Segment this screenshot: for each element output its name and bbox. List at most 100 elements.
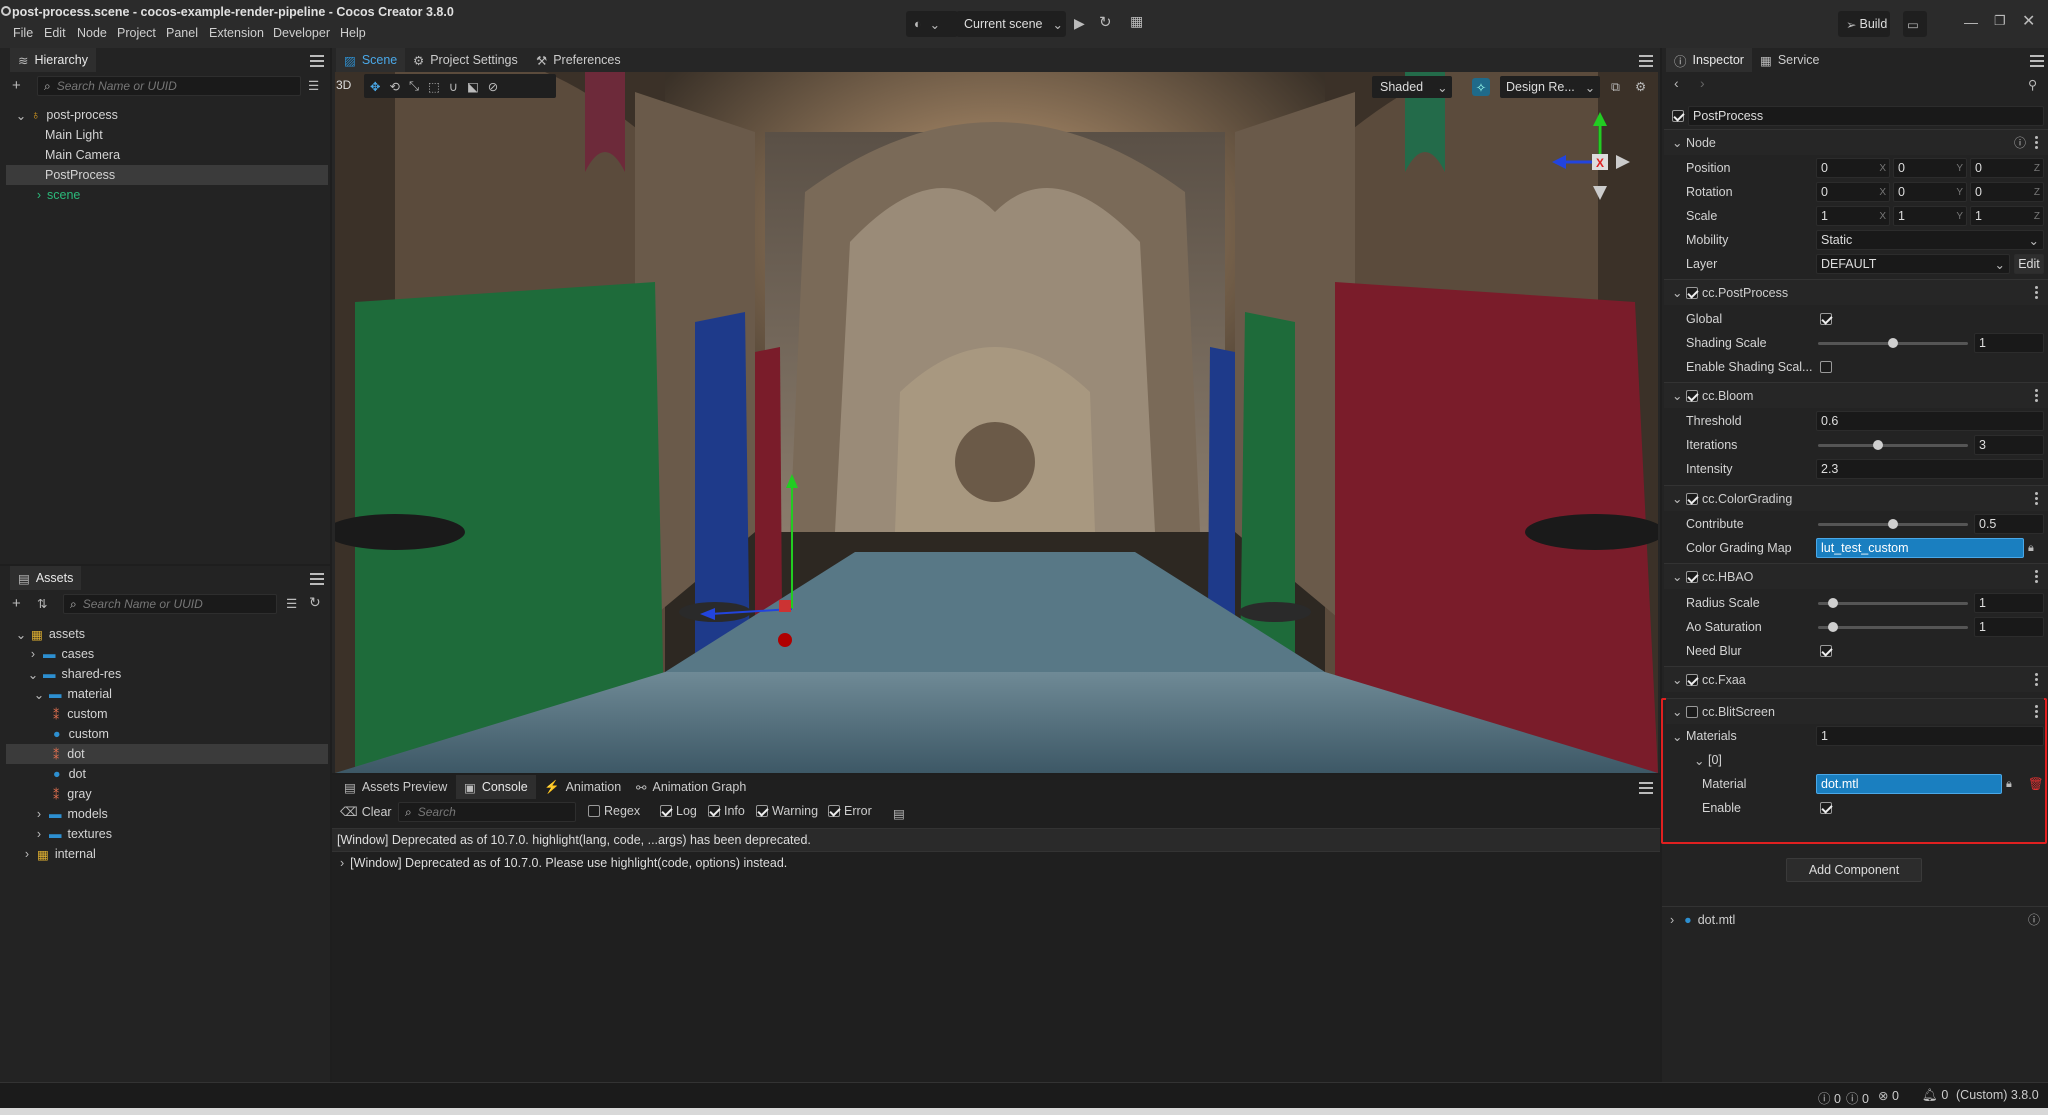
position-z-input[interactable]: 0Z (1970, 158, 2044, 178)
status-warning-count[interactable]: ⓘ 0 (1846, 1088, 1869, 1107)
tab-assets-preview[interactable]: ▤ Assets Preview (336, 775, 455, 799)
hierarchy-item-main-light[interactable]: Main Light (6, 125, 328, 145)
blitscreen-enabled-checkbox[interactable] (1686, 705, 1698, 718)
refresh-icon[interactable]: ↻ (309, 594, 321, 611)
asset-item-custom-material[interactable]: ● custom (6, 724, 328, 744)
filter-warning[interactable]: Warning (756, 804, 818, 818)
help-icon[interactable]: ⓘ (2028, 911, 2040, 928)
rotation-y-input[interactable]: 0Y (1893, 182, 1967, 202)
tab-console[interactable]: ▣ Console (456, 775, 536, 799)
ao-saturation-input[interactable]: 1 (1974, 617, 2044, 637)
grid-icon[interactable]: ▦ (1130, 13, 1143, 30)
scene-menu-icon[interactable] (1639, 55, 1653, 67)
mode-3d-toggle[interactable]: 3D (336, 78, 351, 92)
collapse-all-icon[interactable]: ☰ (308, 78, 319, 93)
restore-icon[interactable]: ❐ (1994, 13, 2006, 29)
scale-tool-icon[interactable]: ⤡ (409, 79, 419, 94)
colorgrading-header[interactable]: ⌄ cc.ColorGrading (1664, 485, 2048, 511)
colorgrading-enabled-checkbox[interactable] (1686, 492, 1698, 505)
menu-help[interactable]: Help (340, 26, 366, 40)
asset-item-models[interactable]: › ▬ models (6, 804, 328, 824)
rect-tool-icon[interactable]: ⬚ (428, 79, 440, 94)
hbao-header[interactable]: ⌄ cc.HBAO (1664, 563, 2048, 589)
node-name-input[interactable]: PostProcess (1688, 106, 2044, 126)
tab-scene[interactable]: ▨ Scene (336, 48, 406, 72)
asset-item-material[interactable]: ⌄ ▬ material (6, 684, 328, 704)
color-grading-map-asset[interactable]: lut_test_custom (1816, 538, 2024, 558)
hierarchy-search-input[interactable]: ⌕ Search Name or UUID (37, 76, 301, 96)
more-icon[interactable] (2035, 136, 2039, 150)
materials-count-input[interactable]: 1 (1816, 726, 2044, 746)
tab-animation[interactable]: ⚡ Animation (536, 775, 629, 799)
trash-icon[interactable]: 🗑︎ (2028, 777, 2044, 792)
asset-item-cases[interactable]: › ▬ cases (6, 644, 328, 664)
tab-assets[interactable]: ▤ Assets (10, 566, 82, 590)
open-folder-button[interactable]: ▭ (1903, 11, 1927, 37)
node-section-header[interactable]: ⌄ Node ⓘ (1664, 129, 2048, 155)
more-icon[interactable] (2035, 673, 2039, 687)
layer-select[interactable]: DEFAULT ⌄ (1816, 254, 2010, 274)
refresh-icon[interactable]: ↻ (1099, 13, 1112, 31)
tab-inspector[interactable]: ⓘ Inspector (1666, 48, 1752, 72)
minimize-icon[interactable]: — (1964, 14, 1978, 30)
magnet-icon[interactable]: ∪ (449, 79, 458, 94)
console-message[interactable]: [Window] Deprecated as of 10.7.0. highli… (332, 828, 1660, 852)
need-blur-checkbox[interactable] (1820, 645, 1832, 657)
tab-service[interactable]: ▦ Service (1752, 48, 1828, 72)
ao-saturation-slider[interactable] (1818, 626, 1968, 629)
menu-node[interactable]: Node (77, 26, 107, 40)
info-checkbox[interactable] (708, 805, 720, 817)
postprocess-enabled-checkbox[interactable] (1686, 286, 1698, 299)
build-button[interactable]: ➢ Build (1838, 11, 1890, 37)
console-clear-button[interactable]: ⌫ Clear (340, 804, 392, 820)
filter-error[interactable]: Error (828, 804, 872, 818)
assets-search-input[interactable]: ⌕ Search Name or UUID (63, 594, 277, 614)
help-icon[interactable]: ⓘ (2014, 134, 2026, 151)
enable-shading-checkbox[interactable] (1820, 361, 1832, 373)
iterations-slider[interactable] (1818, 444, 1968, 447)
pivot-icon[interactable]: ⊘ (488, 79, 498, 94)
hierarchy-item-postprocess[interactable]: PostProcess (6, 165, 328, 185)
asset-preview-header[interactable]: › ● dot.mtl ⓘ (1662, 906, 2048, 932)
threshold-input[interactable]: 0.6 (1816, 411, 2044, 431)
global-checkbox[interactable] (1820, 313, 1832, 325)
filter-log[interactable]: Log (660, 804, 697, 818)
more-icon[interactable] (2035, 492, 2039, 506)
position-x-input[interactable]: 0X (1816, 158, 1890, 178)
hierarchy-item-post-process[interactable]: ⌄ ♁ post-process (6, 105, 328, 125)
contribute-knob[interactable] (1888, 519, 1898, 529)
tab-preferences[interactable]: ⚒ Preferences (528, 48, 629, 72)
design-resolution-select[interactable]: Design Re... ⌄ (1500, 76, 1600, 98)
node-active-checkbox[interactable] (1672, 110, 1684, 122)
console-message[interactable]: › [Window] Deprecated as of 10.7.0. Plea… (332, 852, 1660, 874)
pin-icon[interactable]: ⚲ (2028, 77, 2037, 92)
bloom-enabled-checkbox[interactable] (1686, 389, 1698, 402)
blitscreen-header[interactable]: ⌄ cc.BlitScreen (1666, 698, 2044, 724)
play-icon[interactable]: ▶ (1074, 15, 1085, 32)
hierarchy-item-main-camera[interactable]: Main Camera (6, 145, 328, 165)
move-tool-icon[interactable]: ✥ (370, 79, 380, 94)
console-menu-icon[interactable] (1639, 782, 1653, 794)
lightbulb-icon[interactable]: ✧ (1472, 78, 1490, 96)
scene-preview-select[interactable]: ◐ ⌄ (906, 11, 958, 37)
hierarchy-menu-icon[interactable] (310, 55, 324, 67)
open-log-icon[interactable]: ▤ (893, 806, 905, 821)
console-search-input[interactable]: ⌕ Search (398, 802, 576, 822)
hbao-enabled-checkbox[interactable] (1686, 570, 1698, 583)
hierarchy-item-scene[interactable]: › scene (6, 185, 328, 205)
bloom-header[interactable]: ⌄ cc.Bloom (1664, 382, 2048, 408)
regex-checkbox[interactable] (588, 805, 600, 817)
layer-edit-button[interactable]: Edit (2014, 254, 2044, 274)
warning-checkbox[interactable] (756, 805, 768, 817)
radius-scale-input[interactable]: 1 (1974, 593, 2044, 613)
view-gizmo[interactable]: X (1548, 110, 1638, 206)
rotate-tool-icon[interactable]: ⟲ (389, 79, 399, 94)
sort-icon[interactable]: ⇅ (37, 596, 47, 611)
position-y-input[interactable]: 0Y (1893, 158, 1967, 178)
intensity-input[interactable]: 2.3 (1816, 459, 2044, 479)
mobility-select[interactable]: Static ⌄ (1816, 230, 2044, 250)
more-icon[interactable] (2035, 570, 2039, 584)
add-icon[interactable]: + (12, 595, 21, 612)
more-icon[interactable] (2035, 389, 2039, 403)
assets-menu-icon[interactable] (310, 573, 324, 585)
